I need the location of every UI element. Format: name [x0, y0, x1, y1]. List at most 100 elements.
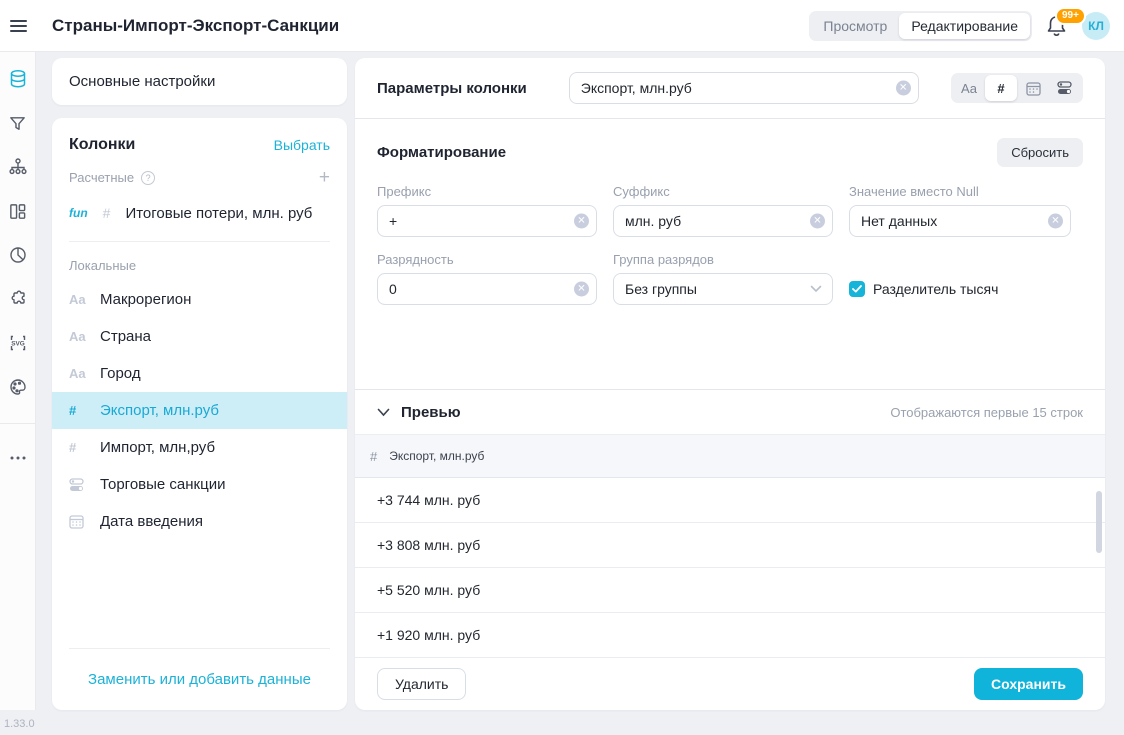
- digit-group-label: Группа разрядов: [613, 252, 833, 267]
- sidebar-item-city[interactable]: Aa Город: [52, 355, 347, 392]
- type-text-button[interactable]: Aa: [953, 75, 985, 101]
- clear-icon[interactable]: ✕: [574, 282, 589, 297]
- select-columns-link[interactable]: Выбрать: [274, 137, 330, 153]
- number-type-icon: #: [370, 449, 377, 464]
- sidebar-item-calculated[interactable]: fun # Итоговые потери, млн. руб: [52, 195, 347, 231]
- edit-mode-button[interactable]: Редактирование: [899, 13, 1030, 39]
- clear-icon[interactable]: ✕: [1048, 214, 1063, 229]
- suffix-input[interactable]: [613, 205, 833, 237]
- type-boolean-button[interactable]: [1049, 75, 1081, 101]
- replace-data-link[interactable]: Заменить или добавить данные: [88, 671, 311, 688]
- add-calculated-icon[interactable]: +: [319, 171, 330, 185]
- preview-title: Превью: [401, 404, 461, 421]
- sidebar-item-macroregion[interactable]: Aa Макрорегион: [52, 281, 347, 318]
- preview-column-header: Экспорт, млн.руб: [389, 449, 484, 463]
- view-mode-button[interactable]: Просмотр: [811, 13, 899, 39]
- column-editor-panel: Параметры колонки ✕ Aa #: [355, 58, 1105, 710]
- table-row: +1 920 млн. руб: [355, 613, 1105, 658]
- column-params-header: Параметры колонки ✕ Aa #: [355, 58, 1105, 119]
- more-dots-icon[interactable]: [8, 448, 28, 468]
- text-type-icon: Aa: [69, 329, 91, 344]
- suffix-field: Суффикс ✕: [613, 184, 833, 237]
- menu-icon[interactable]: [0, 0, 36, 52]
- pie-chart-icon[interactable]: [8, 245, 28, 265]
- null-value-field: Значение вместо Null ✕: [849, 184, 1071, 237]
- hierarchy-icon[interactable]: [8, 157, 28, 177]
- save-button[interactable]: Сохранить: [974, 668, 1083, 700]
- chevron-down-icon: [810, 285, 822, 293]
- table-row: +5 520 млн. руб: [355, 568, 1105, 613]
- left-icon-rail: SVG: [0, 52, 36, 710]
- preview-section: Превью Отображаются первые 15 строк # Эк…: [355, 390, 1105, 658]
- version-label: 1.33.0: [4, 718, 35, 730]
- rail-divider: [0, 423, 36, 424]
- digit-group-field: Группа разрядов Без группы: [613, 252, 833, 305]
- collapse-chevron-icon[interactable]: [377, 408, 390, 417]
- puzzle-icon[interactable]: [8, 289, 28, 309]
- sidebar-item-label: Итоговые потери, млн. руб: [125, 205, 312, 222]
- text-type-icon: Aa: [69, 366, 91, 381]
- sidebar-item-export-selected[interactable]: # Экспорт, млн.руб: [52, 392, 347, 429]
- reset-button[interactable]: Сбросить: [997, 138, 1083, 167]
- svg-icon[interactable]: SVG: [8, 333, 28, 353]
- sidebar-item-country[interactable]: Aa Страна: [52, 318, 347, 355]
- text-type-icon: Aa: [69, 292, 91, 307]
- precision-input[interactable]: [377, 273, 597, 305]
- notifications-badge: 99+: [1055, 7, 1086, 25]
- calendar-type-icon: [69, 514, 91, 529]
- number-type-icon: #: [69, 403, 91, 418]
- notifications-button[interactable]: 99+: [1046, 14, 1068, 38]
- null-value-input[interactable]: [849, 205, 1071, 237]
- sidebar-item-import[interactable]: # Импорт, млн,руб: [52, 429, 347, 466]
- scrollbar-thumb[interactable]: [1096, 491, 1102, 553]
- table-row: +3 808 млн. руб: [355, 523, 1105, 568]
- number-type-icon: #: [69, 440, 91, 455]
- digit-group-select[interactable]: Без группы: [613, 273, 833, 305]
- columns-panel: Колонки Выбрать Расчетные ? + fun # Итог…: [52, 118, 347, 710]
- formatting-title: Форматирование: [377, 144, 506, 161]
- sidebar-item-sanctions[interactable]: Торговые санкции: [52, 466, 347, 503]
- calculated-group-row: Расчетные ? +: [52, 170, 347, 185]
- avatar[interactable]: КЛ: [1082, 12, 1110, 40]
- null-value-label: Значение вместо Null: [849, 184, 1071, 199]
- local-fields-list: Aa Макрорегион Aa Страна Aa Город # Эксп…: [52, 281, 347, 540]
- clear-icon[interactable]: ✕: [810, 214, 825, 229]
- calculated-group-label: Расчетные: [69, 170, 134, 185]
- columns-title: Колонки: [69, 136, 135, 154]
- thousands-separator-checkbox[interactable]: [849, 281, 865, 297]
- toggle-icon: [1057, 81, 1073, 95]
- suffix-label: Суффикс: [613, 184, 833, 199]
- precision-field: Разрядность ✕: [377, 252, 597, 305]
- top-bar: Страны-Импорт-Экспорт-Санкции Просмотр Р…: [0, 0, 1124, 52]
- preview-table-header: # Экспорт, млн.руб: [355, 434, 1105, 478]
- layout-icon[interactable]: [8, 201, 28, 221]
- clear-icon[interactable]: ✕: [896, 81, 911, 96]
- sidebar-item-date[interactable]: Дата введения: [52, 503, 347, 540]
- sidebar-divider: [69, 241, 330, 242]
- preview-note: Отображаются первые 15 строк: [890, 405, 1083, 420]
- palette-icon[interactable]: [8, 377, 28, 397]
- number-type-icon: #: [103, 205, 111, 221]
- function-icon: fun: [69, 206, 88, 220]
- database-icon[interactable]: [8, 69, 28, 89]
- prefix-field: Префикс ✕: [377, 184, 597, 237]
- column-params-label: Параметры колонки: [377, 80, 527, 97]
- delete-button[interactable]: Удалить: [377, 668, 466, 700]
- formatting-section: Форматирование Сбросить Префикс ✕ Суффик…: [355, 119, 1105, 390]
- calendar-icon: [1026, 81, 1041, 96]
- svg-text:SVG: SVG: [11, 341, 25, 348]
- precision-label: Разрядность: [377, 252, 597, 267]
- type-number-button[interactable]: #: [985, 75, 1017, 101]
- thousands-separator-field: Разделитель тысяч: [849, 281, 1071, 297]
- column-name-input[interactable]: [569, 72, 919, 104]
- prefix-label: Префикс: [377, 184, 597, 199]
- help-icon[interactable]: ?: [141, 171, 155, 185]
- editor-footer: Удалить Сохранить: [355, 658, 1105, 710]
- mode-toggle: Просмотр Редактирование: [809, 11, 1032, 41]
- type-date-button[interactable]: [1017, 75, 1049, 101]
- clear-icon[interactable]: ✕: [574, 214, 589, 229]
- filter-icon[interactable]: [8, 113, 28, 133]
- prefix-input[interactable]: [377, 205, 597, 237]
- local-group-row: Локальные: [52, 256, 347, 273]
- main-settings-card[interactable]: Основные настройки: [52, 58, 347, 105]
